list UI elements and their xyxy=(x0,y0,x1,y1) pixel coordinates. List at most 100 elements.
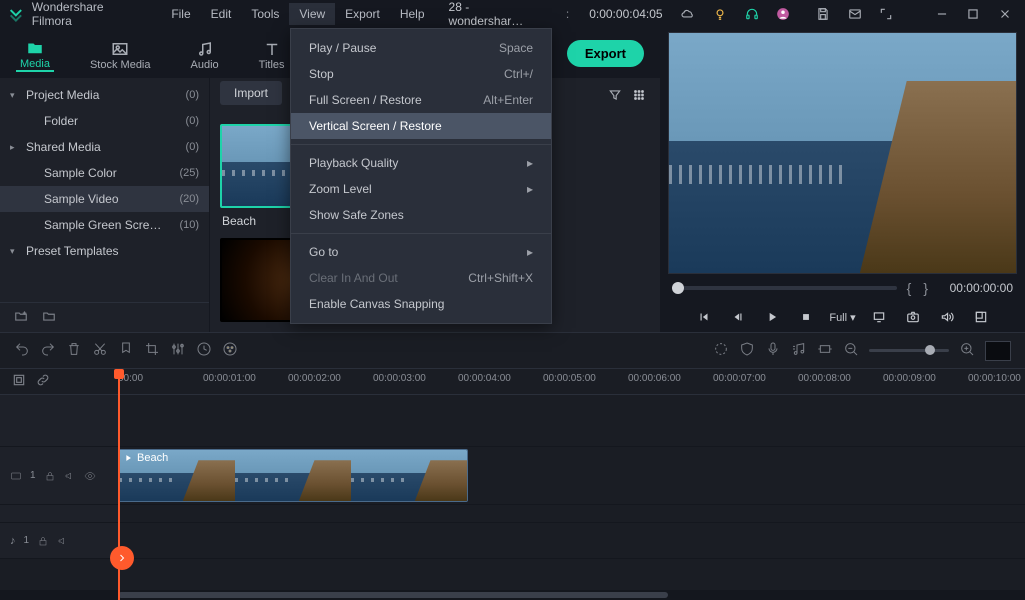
menu-help[interactable]: Help xyxy=(390,3,435,25)
audio-handle[interactable] xyxy=(110,546,134,570)
track-options-icon[interactable] xyxy=(12,373,26,390)
preview-scrubber[interactable]: { } 00:00:00:00 xyxy=(668,274,1017,302)
timeline-clip[interactable]: Beach xyxy=(118,449,468,502)
lock-icon[interactable] xyxy=(37,535,49,547)
timeline-scrollbar[interactable] xyxy=(0,590,1025,600)
tree-item-sample-video[interactable]: Sample Video(20) xyxy=(0,186,209,212)
menubar: FileEditToolsViewExportHelp xyxy=(161,3,434,25)
grid-view-icon[interactable] xyxy=(632,88,646,105)
tab-titles[interactable]: Titles xyxy=(255,36,289,71)
redo-icon[interactable] xyxy=(40,341,56,360)
zoom-slider[interactable] xyxy=(869,349,949,352)
menu-item-show-safe-zones[interactable]: Show Safe Zones xyxy=(291,202,551,228)
timeline-toolbar xyxy=(0,333,1025,369)
marker-icon[interactable] xyxy=(118,341,134,360)
menu-item-playback-quality[interactable]: Playback Quality▸ xyxy=(291,150,551,176)
import-button[interactable]: Import xyxy=(220,81,282,105)
video-track-1[interactable]: 1 Beach xyxy=(0,447,1025,505)
ruler-tick: 00:00:05:00 xyxy=(543,373,596,384)
menu-file[interactable]: File xyxy=(161,3,200,25)
menu-view[interactable]: View xyxy=(289,3,335,25)
media-tree: ▾Project Media(0)Folder(0)▸Shared Media(… xyxy=(0,78,210,332)
timeline-minimap[interactable] xyxy=(985,341,1011,361)
mute-icon[interactable] xyxy=(57,535,69,547)
preview-timecode: 00:00:00:00 xyxy=(938,281,1013,295)
display-icon[interactable] xyxy=(868,306,890,328)
project-name[interactable]: 28 - wondershar… xyxy=(443,0,552,28)
preview-canvas[interactable] xyxy=(668,32,1017,274)
minimize-icon[interactable] xyxy=(930,2,954,26)
snapshot-icon[interactable] xyxy=(902,306,924,328)
visibility-icon[interactable] xyxy=(84,470,96,482)
new-folder-icon[interactable] xyxy=(14,309,28,326)
crop-icon[interactable] xyxy=(144,341,160,360)
mute-icon[interactable] xyxy=(64,470,76,482)
menu-item-full-screen-restore[interactable]: Full Screen / RestoreAlt+Enter xyxy=(291,87,551,113)
prev-frame-icon[interactable] xyxy=(727,306,749,328)
playhead[interactable] xyxy=(118,369,120,600)
equalizer-icon[interactable] xyxy=(170,341,186,360)
playback-speed[interactable]: Full ▾ xyxy=(829,311,855,324)
audio-track-1[interactable]: ♪ 1 xyxy=(0,523,1025,559)
tree-item-sample-color[interactable]: Sample Color(25) xyxy=(0,160,209,186)
mark-in-icon[interactable]: { xyxy=(905,280,914,296)
tree-item-sample-green-scre-[interactable]: Sample Green Scre…(10) xyxy=(0,212,209,238)
voiceover-icon[interactable] xyxy=(765,341,781,360)
zoom-in-icon[interactable] xyxy=(959,341,975,360)
delete-icon[interactable] xyxy=(66,341,82,360)
play-icon[interactable] xyxy=(761,306,783,328)
mark-out-icon[interactable]: } xyxy=(921,280,930,296)
avatar-icon[interactable] xyxy=(772,2,796,26)
menu-item-stop[interactable]: StopCtrl+/ xyxy=(291,61,551,87)
tree-footer xyxy=(0,302,209,332)
lightbulb-icon[interactable] xyxy=(708,2,732,26)
menu-item-play-pause[interactable]: Play / PauseSpace xyxy=(291,35,551,61)
shield-icon[interactable] xyxy=(739,341,755,360)
close-icon[interactable] xyxy=(993,2,1017,26)
fit-icon[interactable] xyxy=(817,341,833,360)
save-icon[interactable] xyxy=(811,2,835,26)
menu-export[interactable]: Export xyxy=(335,3,390,25)
preview-panel: { } 00:00:00:00 Full ▾ xyxy=(660,28,1025,332)
tab-media[interactable]: Media xyxy=(16,35,54,72)
ruler-tick: 00:00:10:00 xyxy=(968,373,1021,384)
video-track-number: 1 xyxy=(30,470,36,481)
filter-icon[interactable] xyxy=(608,88,622,105)
tab-stock-media[interactable]: Stock Media xyxy=(86,36,155,71)
menu-item-enable-canvas-snapping[interactable]: Enable Canvas Snapping xyxy=(291,291,551,317)
menu-item-go-to[interactable]: Go to▸ xyxy=(291,239,551,265)
folder-icon[interactable] xyxy=(42,309,56,326)
audio-mixer-icon[interactable] xyxy=(791,341,807,360)
ruler-tick: 00:00:08:00 xyxy=(798,373,851,384)
step-back-icon[interactable] xyxy=(693,306,715,328)
render-icon[interactable] xyxy=(713,341,729,360)
stop-icon[interactable] xyxy=(795,306,817,328)
cut-icon[interactable] xyxy=(92,341,108,360)
maximize-icon[interactable] xyxy=(962,2,986,26)
tree-item-shared-media[interactable]: ▸Shared Media(0) xyxy=(0,134,209,160)
expand-icon[interactable] xyxy=(875,2,899,26)
menu-item-zoom-level[interactable]: Zoom Level▸ xyxy=(291,176,551,202)
headset-icon[interactable] xyxy=(740,2,764,26)
menu-edit[interactable]: Edit xyxy=(201,3,242,25)
menu-tools[interactable]: Tools xyxy=(241,3,289,25)
timeline-ruler[interactable]: 00:0000:00:01:0000:00:02:0000:00:03:0000… xyxy=(0,369,1025,395)
ruler-tick: 00:00:02:00 xyxy=(288,373,341,384)
view-menu-dropdown: Play / PauseSpaceStopCtrl+/Full Screen /… xyxy=(290,28,552,324)
link-icon[interactable] xyxy=(36,373,50,390)
ruler-tick: 00:00:04:00 xyxy=(458,373,511,384)
menu-item-vertical-screen-restore[interactable]: Vertical Screen / Restore xyxy=(291,113,551,139)
export-button[interactable]: Export xyxy=(567,40,644,67)
clip-name: Beach xyxy=(137,452,168,464)
undo-icon[interactable] xyxy=(14,341,30,360)
tab-audio[interactable]: Audio xyxy=(187,36,223,71)
speed-icon[interactable] xyxy=(196,341,212,360)
mail-icon[interactable] xyxy=(843,2,867,26)
layout-icon[interactable] xyxy=(970,306,992,328)
color-icon[interactable] xyxy=(222,341,238,360)
lock-icon[interactable] xyxy=(44,470,56,482)
volume-icon[interactable] xyxy=(936,306,958,328)
tree-item-preset-templates[interactable]: ▾Preset Templates xyxy=(0,238,209,264)
zoom-out-icon[interactable] xyxy=(843,341,859,360)
cloud-icon[interactable] xyxy=(677,2,701,26)
